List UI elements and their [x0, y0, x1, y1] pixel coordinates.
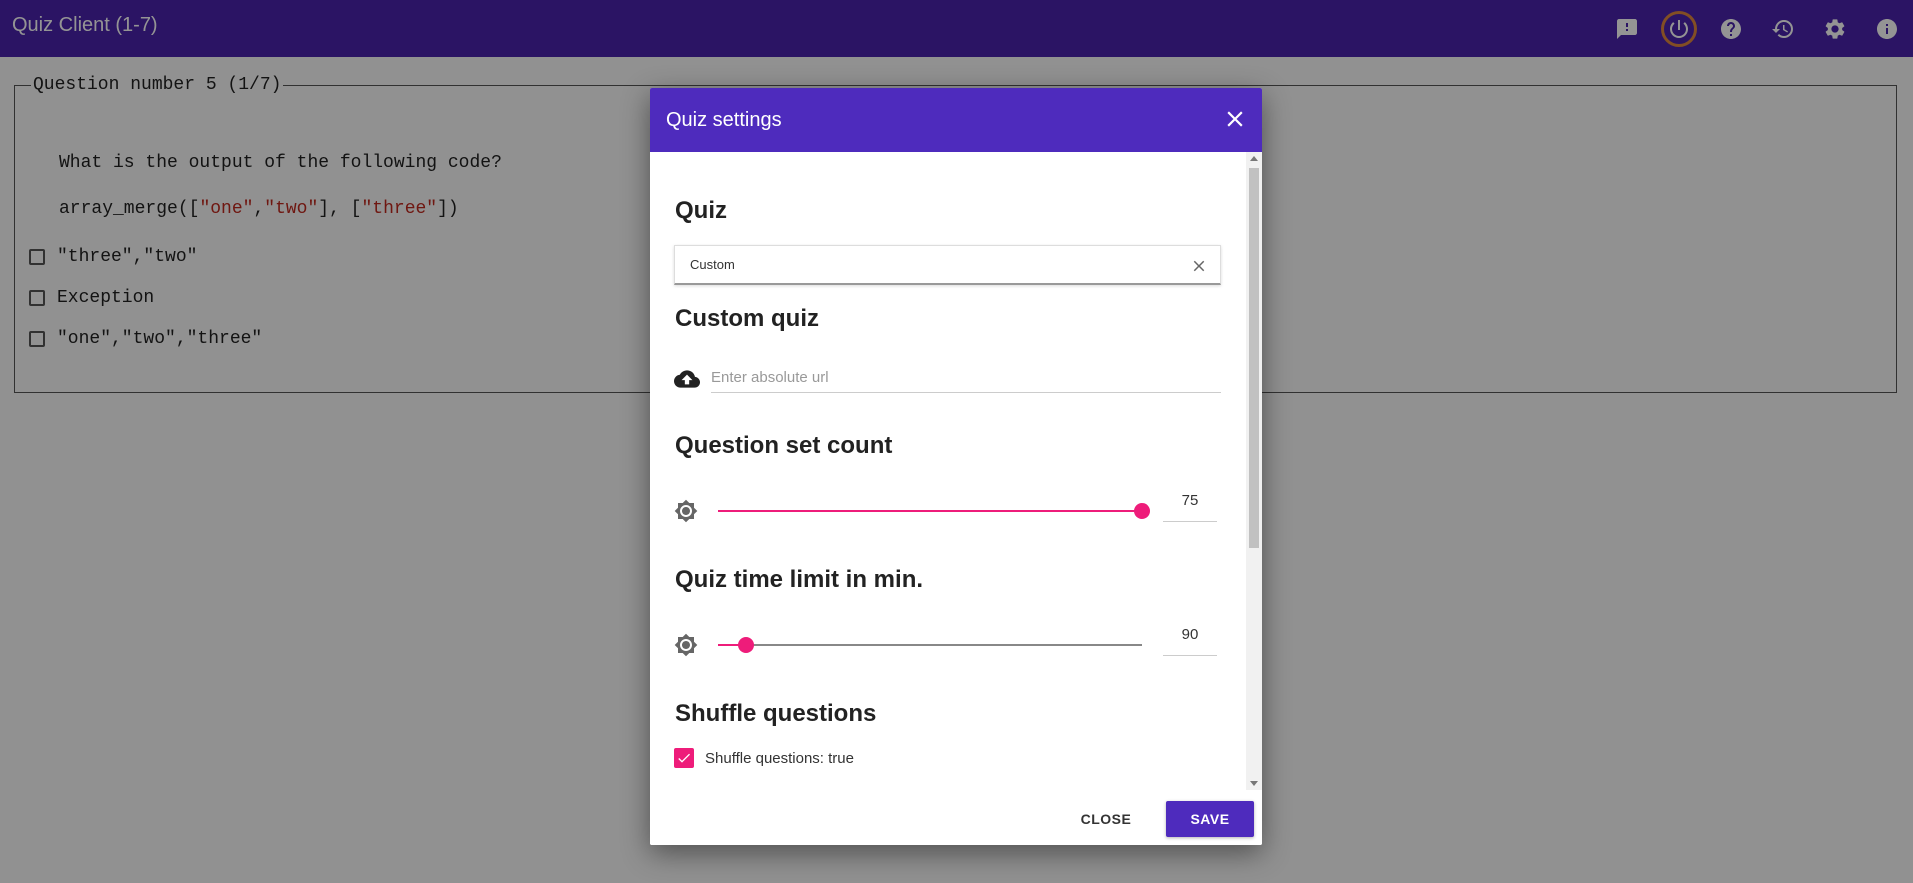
save-button[interactable]: SAVE: [1166, 801, 1254, 837]
time-limit-heading: Quiz time limit in min.: [675, 566, 924, 593]
quiz-select[interactable]: Custom: [674, 245, 1221, 285]
shuffle-label: Shuffle questions: true: [705, 749, 854, 767]
scroll-down-arrow[interactable]: [1250, 781, 1258, 786]
close-icon: [1227, 111, 1243, 127]
dialog-title: Quiz settings: [666, 109, 782, 131]
cloud-upload-icon: [674, 366, 700, 392]
scroll-up-arrow[interactable]: [1250, 156, 1258, 161]
clear-selection-button[interactable]: [1190, 257, 1208, 275]
custom-quiz-heading: Custom quiz: [675, 305, 819, 332]
question-count-slider[interactable]: [718, 503, 1150, 519]
brightness-icon: [674, 633, 698, 657]
dialog-footer: CLOSE SAVE: [650, 790, 1262, 845]
question-count-heading: Question set count: [675, 432, 893, 459]
scrollbar-thumb[interactable]: [1249, 168, 1259, 548]
slider-thumb[interactable]: [737, 637, 754, 653]
quiz-settings-dialog: Quiz settings Quiz Custom Custom quiz Qu…: [650, 88, 1262, 845]
custom-url-input[interactable]: [711, 362, 1221, 393]
close-button[interactable]: CLOSE: [1062, 801, 1150, 837]
custom-url-row: [674, 362, 1221, 393]
clear-icon: [1193, 260, 1205, 272]
dialog-body: Quiz Custom Custom quiz Question set cou…: [650, 152, 1246, 790]
dialog-close-button[interactable]: [1222, 106, 1248, 132]
question-count-value[interactable]: 75: [1163, 487, 1217, 522]
question-count-row: 75: [674, 491, 1221, 535]
check-icon: [678, 753, 690, 763]
time-limit-value[interactable]: 90: [1163, 621, 1217, 656]
dialog-scrollbar[interactable]: [1246, 152, 1262, 790]
time-limit-row: 90: [674, 625, 1221, 669]
time-limit-slider[interactable]: [718, 637, 1142, 653]
dialog-header: Quiz settings: [650, 88, 1262, 152]
quiz-heading: Quiz: [675, 197, 727, 224]
shuffle-checkbox-row[interactable]: Shuffle questions: true: [674, 748, 854, 768]
brightness-icon: [674, 499, 698, 523]
slider-fill: [718, 510, 1142, 512]
shuffle-checkbox[interactable]: [674, 748, 694, 768]
quiz-select-value: Custom: [690, 257, 735, 272]
shuffle-heading: Shuffle questions: [675, 700, 877, 727]
slider-thumb[interactable]: [1134, 503, 1150, 519]
